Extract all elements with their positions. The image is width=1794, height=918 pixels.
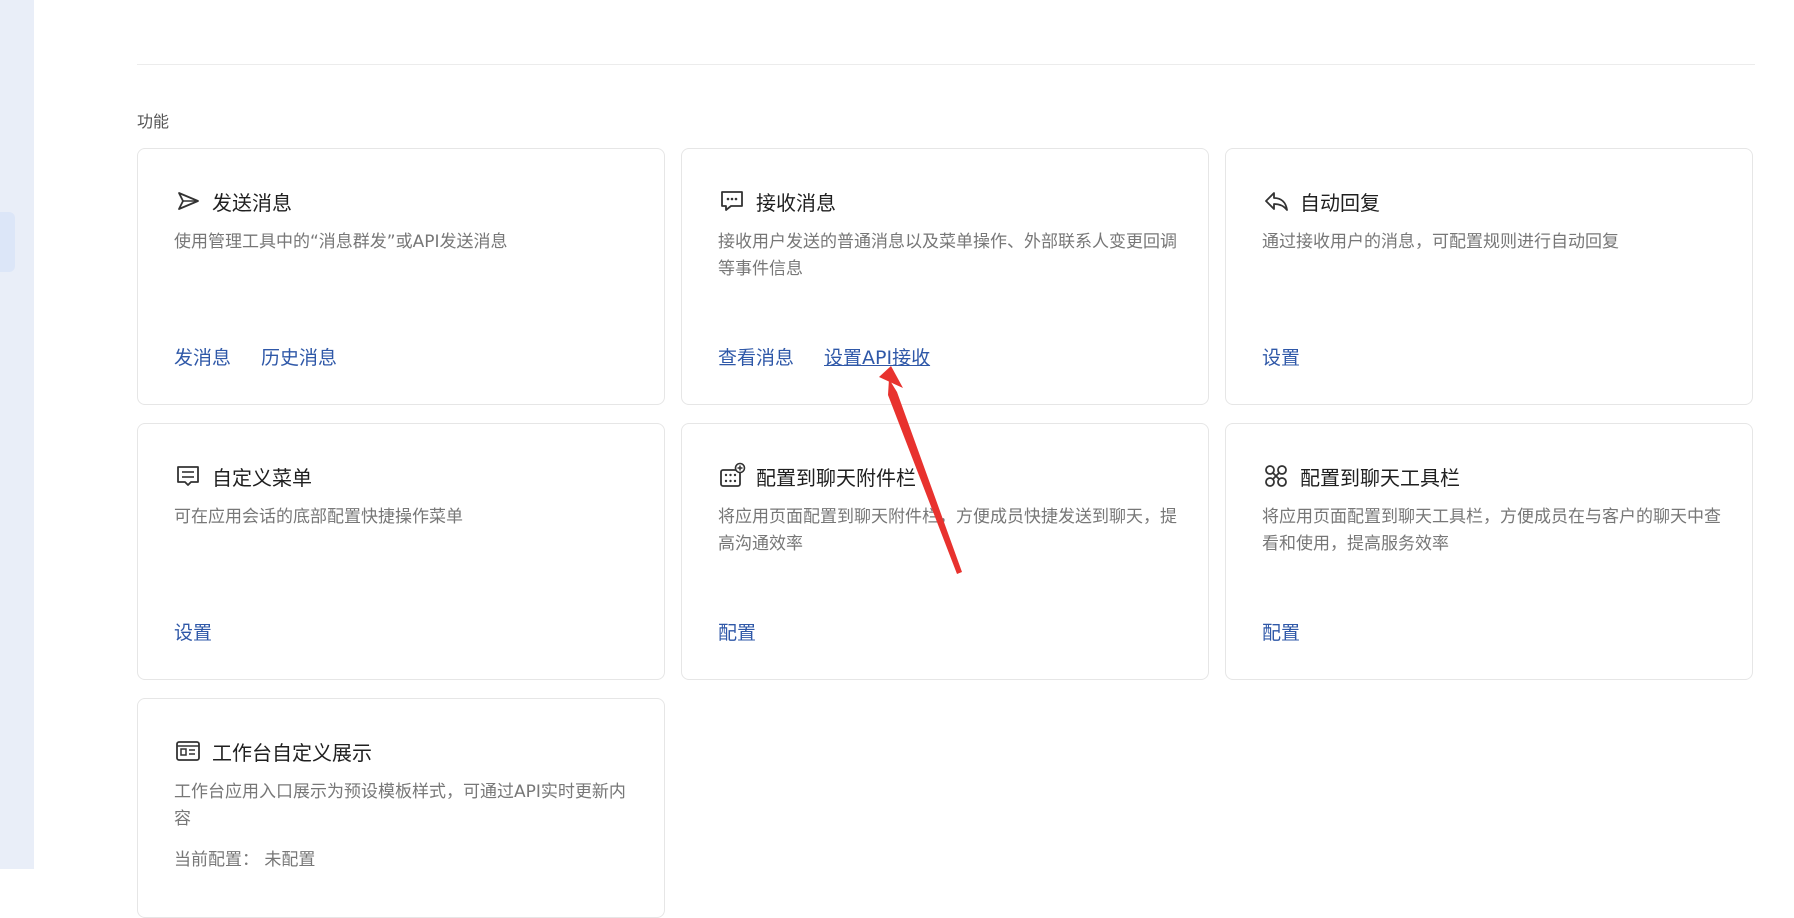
card-description: 将应用页面配置到聊天工具栏，方便成员在与客户的聊天中查看和使用，提高服务效率 bbox=[1262, 507, 1721, 554]
card-chat-attachment: 配置到聊天附件栏 将应用页面配置到聊天附件栏，方便成员快捷发送到聊天，提高沟通效… bbox=[681, 423, 1209, 680]
menu-icon bbox=[174, 462, 202, 490]
section-divider bbox=[137, 64, 1755, 65]
cropped-top-text bbox=[340, 0, 660, 2]
card-chat-toolbar: 配置到聊天工具栏 将应用页面配置到聊天工具栏，方便成员在与客户的聊天中查看和使用… bbox=[1225, 423, 1753, 680]
reply-icon bbox=[1262, 187, 1290, 215]
card-auto-reply: 自动回复 通过接收用户的消息，可配置规则进行自动回复 设置 bbox=[1225, 148, 1753, 405]
set-api-receive-link[interactable]: 设置API接收 bbox=[824, 343, 930, 370]
card-workbench-display: 工作台自定义展示 工作台应用入口展示为预设模板样式，可通过API实时更新内容 当… bbox=[137, 698, 665, 918]
toolbar-icon bbox=[1262, 462, 1290, 490]
send-icon bbox=[174, 187, 202, 215]
card-description: 通过接收用户的消息，可配置规则进行自动回复 bbox=[1262, 232, 1619, 252]
card-title: 自动回复 bbox=[1300, 190, 1380, 215]
card-title: 自定义菜单 bbox=[212, 465, 312, 490]
card-title: 发送消息 bbox=[212, 190, 292, 215]
card-send-message: 发送消息 使用管理工具中的“消息群发”或API发送消息 发消息 历史消息 bbox=[137, 148, 665, 405]
status-value: 未配置 bbox=[264, 850, 316, 870]
attachment-config-link[interactable]: 配置 bbox=[718, 618, 756, 645]
card-receive-message: 接收消息 接收用户发送的普通消息以及菜单操作、外部联系人变更回调等事件信息 查看… bbox=[681, 148, 1209, 405]
card-description: 将应用页面配置到聊天附件栏，方便成员快捷发送到聊天，提高沟通效率 bbox=[718, 507, 1177, 554]
status-label: 当前配置： bbox=[174, 850, 259, 870]
card-description: 可在应用会话的底部配置快捷操作菜单 bbox=[174, 507, 463, 527]
card-description: 工作台应用入口展示为预设模板样式，可通过API实时更新内容 bbox=[174, 782, 626, 829]
view-messages-link[interactable]: 查看消息 bbox=[718, 343, 794, 370]
card-title: 配置到聊天工具栏 bbox=[1300, 465, 1460, 490]
card-description: 使用管理工具中的“消息群发”或API发送消息 bbox=[174, 232, 508, 252]
attachment-grid-icon bbox=[718, 462, 746, 490]
toolbar-config-link[interactable]: 配置 bbox=[1262, 618, 1300, 645]
card-custom-menu: 自定义菜单 可在应用会话的底部配置快捷操作菜单 设置 bbox=[137, 423, 665, 680]
sidebar-active-tab[interactable] bbox=[0, 212, 15, 272]
card-title: 工作台自定义展示 bbox=[212, 740, 372, 765]
card-title: 配置到聊天附件栏 bbox=[756, 465, 916, 490]
message-icon bbox=[718, 187, 746, 215]
current-config-status: 当前配置： 未配置 bbox=[174, 845, 315, 870]
card-description: 接收用户发送的普通消息以及菜单操作、外部联系人变更回调等事件信息 bbox=[718, 232, 1177, 279]
section-title: 功能 bbox=[137, 112, 170, 131]
send-message-link[interactable]: 发消息 bbox=[174, 343, 231, 370]
auto-reply-settings-link[interactable]: 设置 bbox=[1262, 343, 1300, 370]
workbench-card-icon bbox=[174, 737, 202, 765]
history-message-link[interactable]: 历史消息 bbox=[261, 343, 337, 370]
custom-menu-settings-link[interactable]: 设置 bbox=[174, 618, 212, 645]
card-title: 接收消息 bbox=[756, 190, 836, 215]
left-sidebar bbox=[0, 0, 34, 869]
